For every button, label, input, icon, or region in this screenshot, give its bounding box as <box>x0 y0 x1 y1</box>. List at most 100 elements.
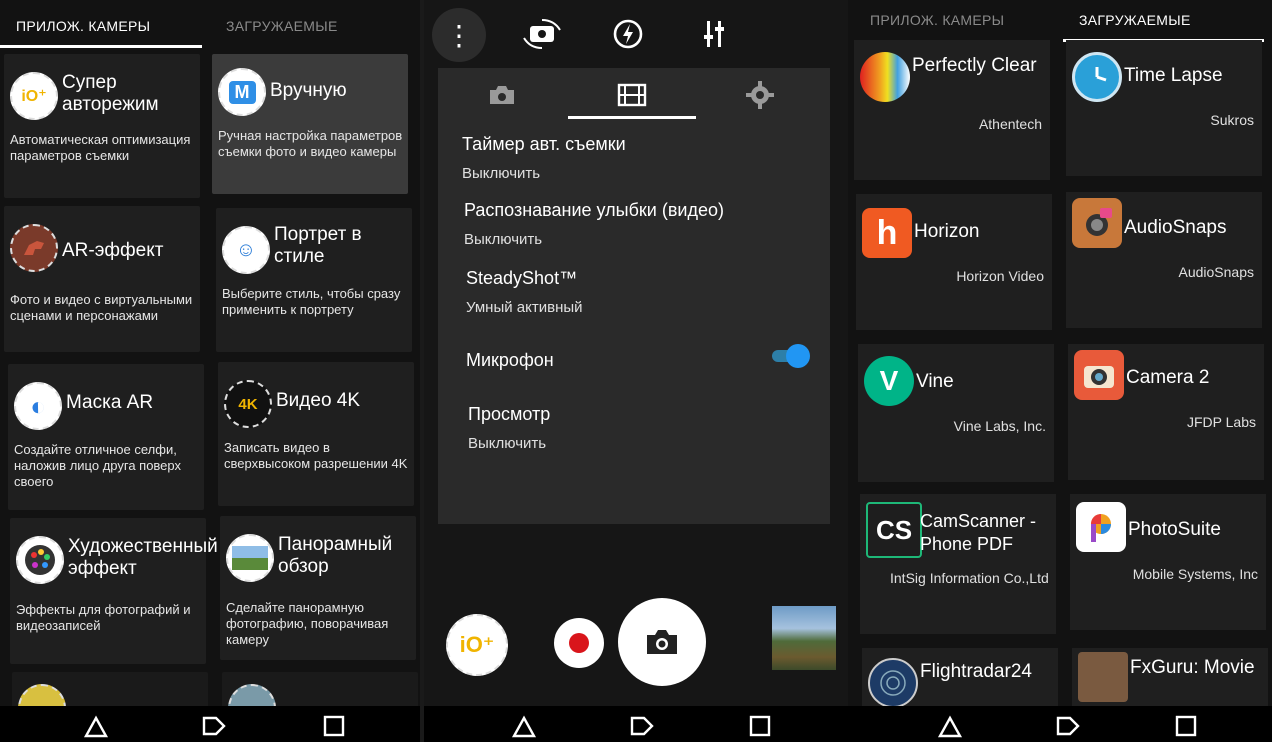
palette-icon <box>16 536 64 584</box>
app-developer: Mobile Systems, Inc <box>1132 566 1258 582</box>
app-horizon[interactable]: h Horizon Horizon Video <box>856 194 1052 330</box>
camera-top-bar: ⋮ <box>424 4 848 62</box>
card-title: Супер авторежим <box>62 72 159 115</box>
setting-label: Просмотр <box>468 404 551 424</box>
app-developer: AudioSnaps <box>1178 264 1254 280</box>
panorama-icon <box>226 534 274 582</box>
shutter-button[interactable] <box>618 598 706 686</box>
app-camera-2[interactable]: Camera 2 JFDP Labs <box>1068 344 1264 480</box>
setting-preview[interactable]: Просмотр Выключить <box>468 404 810 452</box>
card-ar-mask[interactable]: ◐ Маска AR Создайте отличное селфи, нало… <box>8 364 204 510</box>
tab-camera-apps[interactable]: ПРИЛОЖ. КАМЕРЫ <box>848 0 1063 44</box>
app-name: Camera 2 <box>1126 367 1210 388</box>
card-title: Маска AR <box>66 392 154 413</box>
setting-value: Умный активный <box>466 299 583 316</box>
app-time-lapse[interactable]: Time Lapse Sukros <box>1066 40 1262 176</box>
home-icon[interactable] <box>200 712 228 740</box>
audiosnaps-icon <box>1072 198 1122 248</box>
navigation-bar <box>848 706 1272 742</box>
card-art-effect[interactable]: Художественный эффект Эффекты для фотогр… <box>10 518 218 664</box>
microphone-toggle[interactable] <box>772 344 810 368</box>
card-title: Художественный эффект <box>68 536 218 579</box>
app-name: AudioSnaps <box>1124 217 1227 238</box>
tab-camera-apps[interactable]: ПРИЛОЖ. КАМЕРЫ <box>0 0 210 50</box>
home-icon[interactable] <box>1054 712 1082 740</box>
app-name: Horizon <box>914 221 980 242</box>
card-desc: Автоматическая оптимизация параметров съ… <box>10 132 191 163</box>
card-desc: Сделайте панорамную фотографию, поворачи… <box>226 600 389 647</box>
app-photosuite[interactable]: PhotoSuite Mobile Systems, Inc <box>1070 494 1266 630</box>
last-photo-thumbnail[interactable] <box>772 606 836 670</box>
switch-camera-icon[interactable] <box>520 12 564 56</box>
card-title: AR-эффект <box>62 240 164 261</box>
record-dot-icon <box>569 633 589 653</box>
horizon-h-icon: h <box>862 208 912 258</box>
app-fxguru[interactable]: FxGuru: Movie <box>1072 648 1268 708</box>
vine-icon: V <box>864 356 914 406</box>
app-audiosnaps[interactable]: AudioSnaps AudioSnaps <box>1066 192 1262 328</box>
card-title: Портрет в стиле <box>274 224 362 267</box>
flash-auto-icon[interactable] <box>606 12 650 56</box>
recents-icon[interactable] <box>320 712 348 740</box>
setting-value: Выключить <box>468 435 547 452</box>
app-developer: IntSig Information Co.,Ltd <box>890 570 1049 586</box>
navigation-bar <box>0 706 420 742</box>
settings-menu: Таймер авт. съемки Выключить Распознаван… <box>438 68 830 524</box>
back-icon[interactable] <box>82 712 110 740</box>
camera2-icon <box>1074 350 1124 400</box>
camera-icon[interactable] <box>482 80 522 110</box>
record-button[interactable] <box>554 618 604 668</box>
tab-bar: ПРИЛОЖ. КАМЕРЫ ЗАГРУЖАЕМЫЕ <box>0 0 420 50</box>
setting-steadyshot[interactable]: SteadyShot™ Умный активный <box>466 268 810 316</box>
card-superior-auto[interactable]: iO⁺ Супер авторежим Автоматическая оптим… <box>4 54 200 198</box>
capture-controls: iO⁺ <box>424 580 848 700</box>
app-name: PhotoSuite <box>1128 519 1221 540</box>
back-icon[interactable] <box>510 712 538 740</box>
app-name: Flightradar24 <box>920 661 1032 682</box>
mask-icon: ◐ <box>14 382 62 430</box>
tab-downloaded[interactable]: ЗАГРУЖАЕМЫЕ <box>210 0 420 50</box>
card-desc: Фото и видео с виртуальными сценами и пе… <box>10 292 193 323</box>
card-title: Вручную <box>270 80 347 101</box>
recents-icon[interactable] <box>1172 712 1200 740</box>
camera-mode-button[interactable]: iO⁺ <box>446 614 508 676</box>
app-name: CamScanner - Phone PDF <box>920 511 1037 554</box>
manual-m-icon: M <box>218 68 266 116</box>
app-vine[interactable]: V Vine Vine Labs, Inc. <box>858 344 1054 482</box>
setting-smile-detection[interactable]: Распознавание улыбки (видео) Выключить <box>464 200 810 248</box>
card-manual[interactable]: M Вручную Ручная настройка параметров съ… <box>212 54 408 194</box>
camera-apps-panel: ПРИЛОЖ. КАМЕРЫ ЗАГРУЖАЕМЫЕ iO⁺ Супер авт… <box>0 0 420 742</box>
more-vert-icon[interactable]: ⋮ <box>432 8 486 62</box>
recents-icon[interactable] <box>746 712 774 740</box>
tab-bar: ПРИЛОЖ. КАМЕРЫ ЗАГРУЖАЕМЫЕ <box>848 0 1272 44</box>
setting-self-timer[interactable]: Таймер авт. съемки Выключить <box>462 134 810 182</box>
app-developer: Sukros <box>1210 112 1254 128</box>
card-panorama[interactable]: Панорамный обзор Сделайте панорамную фот… <box>220 516 416 660</box>
card-desc: Создайте отличное селфи, наложив лицо др… <box>14 442 182 489</box>
setting-microphone[interactable]: Микрофон <box>466 344 810 371</box>
sliders-icon[interactable] <box>692 12 736 56</box>
setting-label: Таймер авт. съемки <box>462 134 626 154</box>
dinosaur-icon <box>10 224 58 272</box>
app-flightradar24[interactable]: Flightradar24 <box>862 648 1058 708</box>
app-perfectly-clear[interactable]: Perfectly Clear Athentech <box>854 40 1050 180</box>
video-4k-icon: 4K <box>224 380 272 428</box>
app-developer: Vine Labs, Inc. <box>953 418 1046 434</box>
back-icon[interactable] <box>936 712 964 740</box>
card-video-4k[interactable]: 4K Видео 4K Записать видео в сверхвысоко… <box>218 362 414 506</box>
settings-tabs <box>438 68 830 120</box>
setting-value: Выключить <box>464 231 543 248</box>
setting-label: Распознавание улыбки (видео) <box>464 200 724 220</box>
app-camscanner[interactable]: CS CamScanner - Phone PDF IntSig Informa… <box>860 494 1056 634</box>
home-icon[interactable] <box>628 712 656 740</box>
fxguru-icon <box>1078 652 1128 702</box>
app-developer: Athentech <box>978 116 1042 132</box>
tab-downloaded[interactable]: ЗАГРУЖАЕМЫЕ <box>1063 0 1272 44</box>
card-style-portrait[interactable]: ☺ Портрет в стиле Выберите стиль, чтобы … <box>216 208 412 352</box>
film-icon[interactable] <box>612 80 652 110</box>
tab-indicator <box>568 116 696 119</box>
perfectly-clear-icon <box>860 52 910 102</box>
gear-icon[interactable] <box>740 80 780 110</box>
camscanner-icon: CS <box>866 502 922 558</box>
card-ar-effect[interactable]: AR-эффект Фото и видео с виртуальными сц… <box>4 206 200 352</box>
